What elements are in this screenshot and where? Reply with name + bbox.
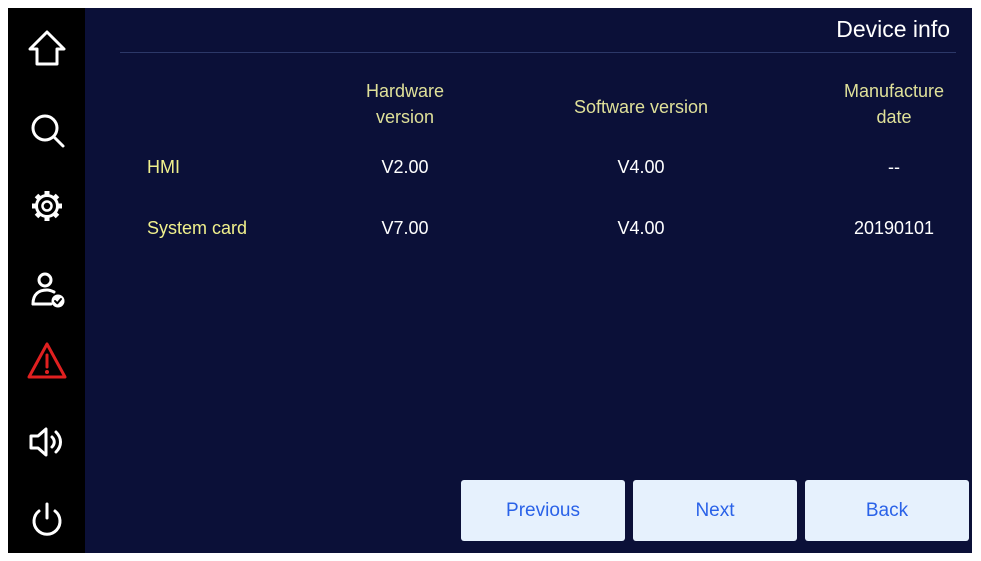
next-button[interactable]: Next xyxy=(633,480,797,541)
warning-icon xyxy=(27,342,66,379)
back-button[interactable]: Back xyxy=(805,480,969,541)
sidebar-item-search[interactable] xyxy=(8,94,85,166)
gear-icon xyxy=(31,191,62,221)
speaker-icon xyxy=(29,427,62,457)
column-header-date-line2: date xyxy=(876,107,912,127)
previous-button[interactable]: Previous xyxy=(461,480,625,541)
device-info-screen: Device info Hardware version Software ve… xyxy=(8,8,972,553)
page-title: Device info xyxy=(836,16,950,42)
column-header-date: Manufacture date xyxy=(814,78,972,130)
table-row-label: System card xyxy=(147,218,248,238)
sidebar-item-settings[interactable] xyxy=(8,170,85,242)
title-divider xyxy=(120,52,956,53)
sidebar-item-alarms[interactable] xyxy=(8,325,85,397)
table-cell-date: 20190101 xyxy=(853,218,935,238)
table-cell-hardware: V7.00 xyxy=(381,218,429,238)
power-icon xyxy=(32,502,61,536)
table-cell-software: V4.00 xyxy=(617,218,665,238)
table-cell-date: -- xyxy=(888,157,900,177)
sidebar-item-user[interactable] xyxy=(8,254,85,326)
user-check-icon xyxy=(31,272,64,308)
sidebar xyxy=(8,8,85,553)
sidebar-item-power[interactable] xyxy=(8,484,85,553)
table-row-label: HMI xyxy=(147,157,180,177)
column-header-software: Software version xyxy=(573,97,709,117)
column-header-date-line1: Manufacture xyxy=(843,81,945,101)
sidebar-item-home[interactable] xyxy=(8,12,85,84)
table-cell-software: V4.00 xyxy=(617,157,665,177)
column-header-hardware: Hardware version xyxy=(328,78,482,130)
column-header-hardware-line1: Hardware xyxy=(365,81,445,101)
search-icon xyxy=(31,114,64,148)
home-icon xyxy=(28,30,65,66)
table-cell-hardware: V2.00 xyxy=(381,157,429,177)
column-header-hardware-line2: version xyxy=(375,107,435,127)
sidebar-item-sound[interactable] xyxy=(8,406,85,478)
